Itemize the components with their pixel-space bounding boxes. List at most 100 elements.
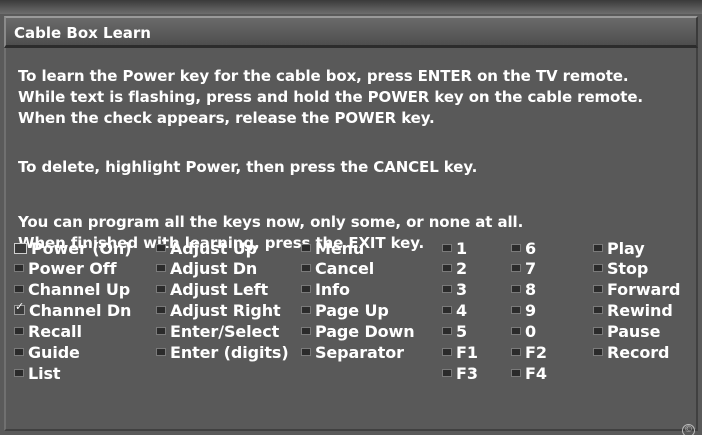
- key-option[interactable]: 1: [442, 238, 467, 258]
- key-option[interactable]: F1: [442, 342, 478, 362]
- key-label: 1: [456, 238, 468, 258]
- key-option[interactable]: Record: [593, 342, 670, 362]
- key-label: 7: [525, 258, 537, 278]
- key-option[interactable]: F2: [511, 342, 547, 362]
- key-option[interactable]: F3: [442, 363, 478, 383]
- key-label: F4: [525, 363, 547, 383]
- key-label: Pause: [607, 321, 661, 341]
- checkbox-icon: [301, 285, 311, 293]
- instruction-line: To delete, highlight Power, then press t…: [18, 158, 478, 176]
- key-label: List: [28, 363, 61, 383]
- key-option[interactable]: 5: [442, 321, 467, 341]
- checkbox-icon: [511, 244, 521, 252]
- key-label: 0: [525, 321, 537, 341]
- key-option[interactable]: Power Off: [14, 258, 117, 278]
- key-option[interactable]: Menu: [301, 238, 364, 258]
- instruction-line: You can program all the keys now, only s…: [18, 213, 524, 231]
- key-label: Enter/Select: [170, 321, 280, 341]
- checkbox-icon: [593, 244, 603, 252]
- key-label: Power (On): [31, 238, 132, 258]
- checkbox-icon: [156, 244, 166, 252]
- key-option[interactable]: Adjust Up: [156, 238, 257, 258]
- checkbox-icon: [156, 285, 166, 293]
- copyright-icon: ©: [682, 424, 695, 435]
- key-option[interactable]: Adjust Left: [156, 279, 268, 299]
- checked-checkbox-icon: ✓: [14, 301, 25, 315]
- key-option[interactable]: Recall: [14, 321, 82, 341]
- key-option[interactable]: Pause: [593, 321, 660, 341]
- instruction-line: When the check appears, release the POWE…: [18, 109, 435, 127]
- key-option[interactable]: ✓ Channel Dn: [14, 300, 131, 320]
- key-label: 9: [525, 300, 537, 320]
- key-label: Stop: [607, 258, 649, 278]
- key-label: Info: [315, 279, 350, 299]
- key-label: Guide: [28, 342, 80, 362]
- key-option[interactable]: Page Down: [301, 321, 415, 341]
- key-label: Channel Up: [28, 279, 131, 299]
- key-option[interactable]: Play: [593, 238, 645, 258]
- key-option[interactable]: Cancel: [301, 258, 374, 278]
- key-option[interactable]: Adjust Dn: [156, 258, 257, 278]
- key-label: 2: [456, 258, 468, 278]
- checkbox-icon: [442, 285, 452, 293]
- checkbox-icon: [511, 327, 521, 335]
- checkbox-icon: [14, 369, 24, 377]
- key-option[interactable]: Info: [301, 279, 350, 299]
- checkbox-icon: [156, 264, 166, 272]
- key-option[interactable]: List: [14, 363, 61, 383]
- key-option[interactable]: Enter (digits): [156, 342, 289, 362]
- key-label: Separator: [315, 342, 404, 362]
- checkbox-icon: [593, 264, 603, 272]
- checkbox-icon: [14, 285, 24, 293]
- checkbox-icon: [593, 327, 603, 335]
- key-option[interactable]: 8: [511, 279, 536, 299]
- key-option[interactable]: Separator: [301, 342, 404, 362]
- checkbox-icon: [511, 369, 521, 377]
- key-option[interactable]: Stop: [593, 258, 648, 278]
- cable-box-learn-screen: Cable Box Learn To learn the Power key f…: [0, 0, 702, 435]
- title-bar: Cable Box Learn: [4, 16, 698, 48]
- key-option[interactable]: Power (On): [14, 238, 132, 258]
- key-label: 4: [456, 300, 468, 320]
- key-label: Adjust Right: [170, 300, 281, 320]
- checkbox-icon: [511, 264, 521, 272]
- checkbox-icon: [442, 264, 452, 272]
- learn-instructions: To learn the Power key for the cable box…: [18, 66, 643, 129]
- checkbox-icon: [442, 306, 452, 314]
- key-option[interactable]: 0: [511, 321, 536, 341]
- key-option[interactable]: Adjust Right: [156, 300, 281, 320]
- key-option[interactable]: Page Up: [301, 300, 389, 320]
- instruction-line: To learn the Power key for the cable box…: [18, 67, 629, 85]
- checkbox-icon: [593, 285, 603, 293]
- key-label: Cancel: [315, 258, 375, 278]
- key-option[interactable]: 4: [442, 300, 467, 320]
- key-option[interactable]: F4: [511, 363, 547, 383]
- key-option[interactable]: 7: [511, 258, 536, 278]
- key-option[interactable]: Channel Up: [14, 279, 130, 299]
- checkbox-icon: [301, 348, 311, 356]
- key-option[interactable]: Enter/Select: [156, 321, 279, 341]
- key-option[interactable]: 2: [442, 258, 467, 278]
- key-label: F2: [525, 342, 547, 362]
- key-label: 8: [525, 279, 537, 299]
- key-label: Play: [607, 238, 645, 258]
- key-option[interactable]: 6: [511, 238, 536, 258]
- key-label: Page Down: [315, 321, 415, 341]
- checkbox-icon: [156, 327, 166, 335]
- key-label: 6: [525, 238, 537, 258]
- instruction-line: While text is flashing, press and hold t…: [18, 88, 644, 106]
- checkbox-icon: [156, 348, 166, 356]
- key-option[interactable]: 3: [442, 279, 467, 299]
- checkbox-icon: [156, 306, 166, 314]
- content-panel: To learn the Power key for the cable box…: [4, 48, 698, 431]
- checkbox-icon: [14, 327, 24, 335]
- checkbox-icon: [442, 369, 452, 377]
- checkbox-icon: [511, 306, 521, 314]
- key-option[interactable]: Rewind: [593, 300, 673, 320]
- top-edge: [0, 0, 702, 14]
- key-option[interactable]: Forward: [593, 279, 680, 299]
- checkbox-icon: [301, 244, 311, 252]
- key-label: 5: [456, 321, 468, 341]
- key-option[interactable]: 9: [511, 300, 536, 320]
- key-option[interactable]: Guide: [14, 342, 80, 362]
